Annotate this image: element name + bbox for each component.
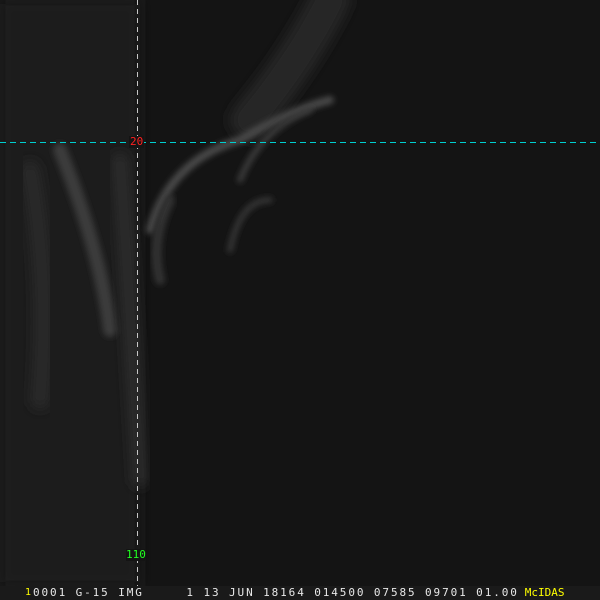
frame-number: 1 <box>25 587 32 598</box>
latitude-label: 20 <box>129 135 145 148</box>
status-bar: 1 0001 G-15 IMG 1 13 JUN 18164 014500 07… <box>0 586 600 600</box>
satellite-image <box>0 0 600 586</box>
mcidas-logo: McIDAS <box>524 586 565 599</box>
satellite-image-viewer: 20 110 1 0001 G-15 IMG 1 13 JUN 18164 01… <box>0 0 600 600</box>
longitude-label: 110 <box>126 548 146 561</box>
image-info: 0001 G-15 IMG 1 13 JUN 18164 014500 0758… <box>33 586 519 599</box>
